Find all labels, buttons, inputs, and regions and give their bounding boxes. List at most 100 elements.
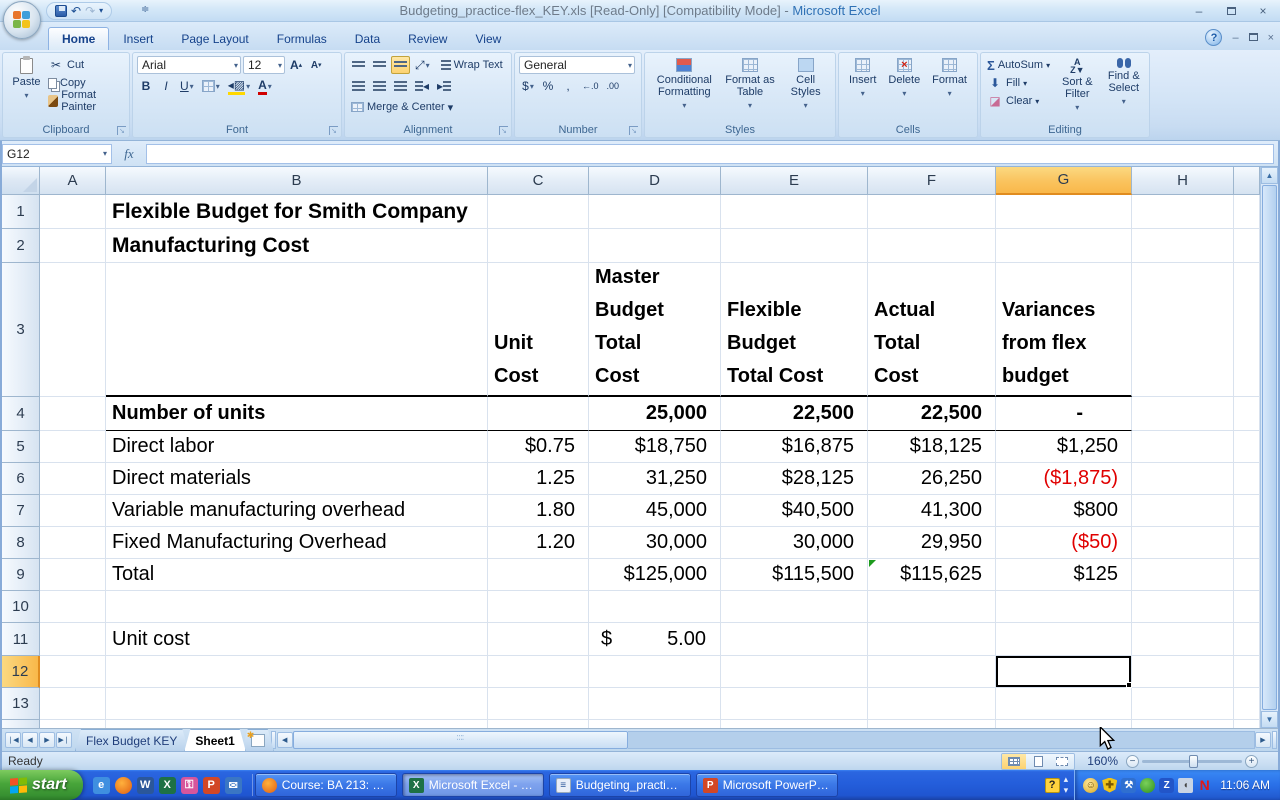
column-header-F[interactable]: F [868,167,996,195]
workbook-minimize-button[interactable]: – [1232,32,1238,44]
font-dialog-launcher[interactable] [329,126,338,135]
cell-H5[interactable] [1132,431,1234,463]
row-header-5[interactable]: 5 [2,431,40,463]
cell-A11[interactable] [40,623,106,656]
column-header-H[interactable]: H [1132,167,1234,195]
cell-H12[interactable] [1132,656,1234,688]
cell-F1[interactable] [868,195,996,229]
cell-D11[interactable]: $5.00 [589,623,721,656]
cell-D3[interactable]: Master Budget Total Cost [589,263,721,397]
column-header-A[interactable]: A [40,167,106,195]
cell-A3[interactable] [40,263,106,397]
cell-F8[interactable]: 29,950 [868,527,996,559]
number-dialog-launcher[interactable] [629,126,638,135]
n-app-tray-icon[interactable]: N [1197,778,1212,793]
cell-B11[interactable]: Unit cost [106,623,488,656]
cell-C12[interactable] [488,656,589,688]
borders-button[interactable]: ▾ [199,77,223,95]
align-left-button[interactable] [349,77,368,95]
cell-E13[interactable] [721,688,868,720]
insert-function-button[interactable]: fx [112,146,146,162]
insert-cells-button[interactable]: Insert▾ [845,56,881,102]
column-header-B[interactable]: B [106,167,488,195]
cell-H2[interactable] [1132,229,1234,263]
format-cells-button[interactable]: Format▾ [928,56,971,102]
tools-tray-icon[interactable]: ⚒ [1121,778,1136,793]
excel-icon[interactable]: X [159,777,176,794]
cell-F11[interactable] [868,623,996,656]
cell-H6[interactable] [1132,463,1234,495]
page-layout-view-button[interactable] [1026,754,1050,769]
key-icon[interactable]: ⚿ [181,777,198,794]
select-all-corner[interactable] [2,167,40,195]
cell-E6[interactable]: $28,125 [721,463,868,495]
cell-F13[interactable] [868,688,996,720]
cell-A13[interactable] [40,688,106,720]
cell-G7[interactable]: $800 [996,495,1132,527]
cell-B3[interactable] [106,263,488,397]
cell-B10[interactable] [106,591,488,623]
font-color-button[interactable]: A▾ [255,77,275,95]
cell-C7[interactable]: 1.80 [488,495,589,527]
close-button[interactable]: × [1252,3,1274,18]
antivirus-tray-icon[interactable] [1140,778,1155,793]
cell-H13[interactable] [1132,688,1234,720]
cell-F2[interactable] [868,229,996,263]
row-header-12[interactable]: 12 [2,656,40,688]
scroll-down-button[interactable]: ▼ [1261,711,1278,728]
find-select-button[interactable]: Find & Select▾ [1103,56,1145,116]
tab-home[interactable]: Home [48,27,109,50]
cell-E4[interactable]: 22,500 [721,397,868,431]
cell-B13[interactable] [106,688,488,720]
first-sheet-button[interactable]: ❘◀ [5,732,21,748]
cell-G3[interactable]: Variances from flex budget [996,263,1132,397]
cell-F3[interactable]: Actual Total Cost [868,263,996,397]
row-header-1[interactable]: 1 [2,195,40,229]
cell-H8[interactable] [1132,527,1234,559]
decrease-decimal-button[interactable]: .00 [604,77,623,95]
cell-G1[interactable] [996,195,1132,229]
cell-H10[interactable] [1132,591,1234,623]
cell-G4[interactable]: - [996,397,1132,431]
cell-A10[interactable] [40,591,106,623]
cell-H3[interactable] [1132,263,1234,397]
cell-E10[interactable] [721,591,868,623]
font-name-combo[interactable]: Arial▾ [137,56,241,74]
cell-A6[interactable] [40,463,106,495]
row-header-3[interactable]: 3 [2,263,40,397]
percent-format-button[interactable]: % [539,77,557,95]
z-app-tray-icon[interactable]: Z [1159,778,1174,793]
cell-B8[interactable]: Fixed Manufacturing Overhead [106,527,488,559]
cell-G13[interactable] [996,688,1132,720]
cell-B12[interactable] [106,656,488,688]
row-header-10[interactable]: 10 [2,591,40,623]
cell-C4[interactable] [488,397,589,431]
column-header-G[interactable]: G [996,167,1132,195]
cell-E3[interactable]: Flexible Budget Total Cost [721,263,868,397]
cell-E12[interactable] [721,656,868,688]
increase-indent-button[interactable]: ▸ [434,77,454,95]
next-sheet-button[interactable]: ▶ [39,732,55,748]
volume-tray-icon[interactable]: ◖ [1178,778,1193,793]
minimize-button[interactable]: – [1188,3,1210,18]
horizontal-scroll-thumb[interactable] [293,731,628,749]
column-header-D[interactable]: D [589,167,721,195]
font-size-combo[interactable]: 12▾ [243,56,285,74]
zoom-slider-thumb[interactable] [1189,755,1198,768]
zoom-out-button[interactable]: − [1126,755,1139,768]
formula-input[interactable] [146,144,1274,164]
vertical-scrollbar[interactable]: ▲ ▼ [1260,167,1278,728]
cell-B2[interactable]: Manufacturing Cost [106,229,488,263]
underline-button[interactable]: U▾ [177,77,197,95]
conditional-formatting-button[interactable]: Conditional Formatting▾ [650,56,718,114]
cell-H1[interactable] [1132,195,1234,229]
cell-D6[interactable]: 31,250 [589,463,721,495]
scrollbar-split-handle[interactable] [1272,731,1277,749]
cell-D2[interactable] [589,229,721,263]
cell-B6[interactable]: Direct materials [106,463,488,495]
cell-E8[interactable]: 30,000 [721,527,868,559]
cell-A4[interactable] [40,397,106,431]
tab-insert[interactable]: Insert [109,27,167,50]
ie-icon[interactable]: e [93,777,110,794]
cell-D1[interactable] [589,195,721,229]
